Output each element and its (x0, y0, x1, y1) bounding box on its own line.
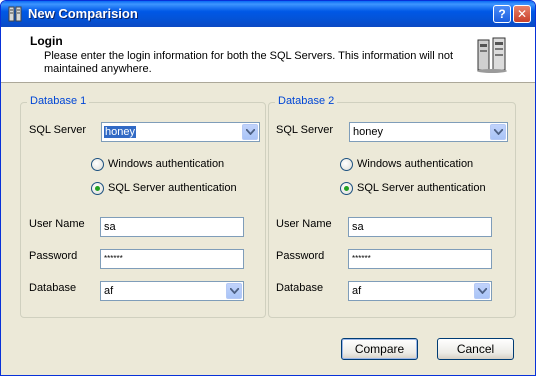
sql-server-label: SQL Server (29, 124, 87, 136)
radio-button[interactable] (340, 158, 353, 171)
windows-auth-label: Windows authentication (357, 158, 474, 170)
new-comparision-dialog: New Comparision ? ✕ Login Please enter t… (0, 0, 536, 376)
database-value: af (104, 285, 114, 297)
database-label: Database (29, 282, 77, 294)
chevron-down-icon[interactable] (226, 283, 242, 299)
password-mask: ****** (104, 254, 123, 263)
sql-auth-radio[interactable]: SQL Server authentication (91, 182, 261, 196)
user-name-value: sa (104, 221, 116, 233)
database-1-group: Database 1 SQL Server honey Windows auth… (20, 95, 266, 318)
database-label: Database (276, 282, 324, 294)
sql-server-combo[interactable]: honey (101, 122, 260, 142)
servers-icon (475, 36, 509, 74)
windows-auth-radio[interactable]: Windows authentication (340, 158, 500, 172)
compare-button[interactable]: Compare (341, 338, 418, 360)
database-2-legend: Database 2 (275, 95, 338, 107)
sql-auth-label: SQL Server authentication (108, 182, 237, 194)
password-mask: ****** (352, 254, 371, 263)
radio-button[interactable] (91, 158, 104, 171)
user-name-input[interactable]: sa (100, 217, 244, 237)
sql-server-value: honey (104, 126, 136, 138)
database-value: af (352, 285, 362, 297)
sql-auth-radio[interactable]: SQL Server authentication (340, 182, 510, 196)
sql-server-combo[interactable]: honey (349, 122, 508, 142)
header-title: Login (30, 34, 63, 48)
sql-server-value: honey (353, 126, 383, 138)
chevron-down-icon[interactable] (242, 124, 258, 140)
radio-button-selected[interactable] (91, 182, 104, 195)
password-input[interactable]: ****** (100, 249, 244, 269)
chevron-down-icon[interactable] (474, 283, 490, 299)
windows-auth-radio[interactable]: Windows authentication (91, 158, 251, 172)
title-bar[interactable]: New Comparision ? ✕ (1, 1, 535, 27)
windows-auth-label: Windows authentication (108, 158, 225, 170)
database-combo[interactable]: af (100, 281, 244, 301)
user-name-input[interactable]: sa (348, 217, 492, 237)
radio-button-selected[interactable] (340, 182, 353, 195)
user-name-label: User Name (29, 218, 85, 230)
cancel-button[interactable]: Cancel (437, 338, 514, 360)
help-button[interactable]: ? (493, 5, 511, 23)
window-title: New Comparision (28, 6, 138, 21)
dialog-header: Login Please enter the login information… (1, 27, 535, 83)
database-combo[interactable]: af (348, 281, 492, 301)
user-name-value: sa (352, 221, 364, 233)
chevron-down-icon[interactable] (490, 124, 506, 140)
database-server-icon (7, 6, 23, 22)
password-label: Password (29, 250, 78, 262)
sql-server-label: SQL Server (276, 124, 334, 136)
database-2-group: Database 2 SQL Server honey Windows auth… (268, 95, 516, 318)
password-label: Password (276, 250, 325, 262)
close-button[interactable]: ✕ (513, 5, 531, 23)
database-1-legend: Database 1 (27, 95, 90, 107)
header-description: Please enter the login information for b… (44, 50, 454, 75)
user-name-label: User Name (276, 218, 332, 230)
sql-auth-label: SQL Server authentication (357, 182, 486, 194)
password-input[interactable]: ****** (348, 249, 492, 269)
